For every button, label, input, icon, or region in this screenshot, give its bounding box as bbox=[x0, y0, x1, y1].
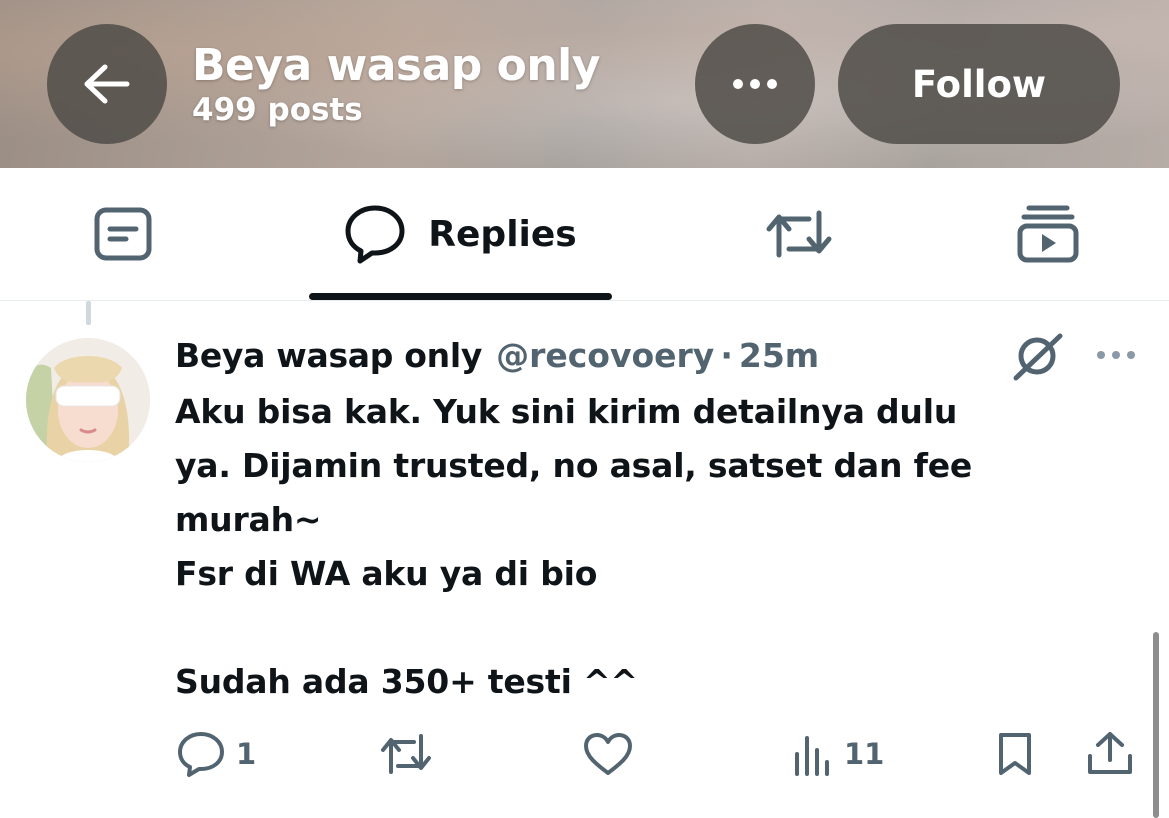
author-name[interactable]: Beya wasap only bbox=[175, 336, 482, 375]
media-icon bbox=[1017, 204, 1079, 264]
repost-icon bbox=[763, 207, 835, 261]
tab-posts[interactable] bbox=[60, 168, 185, 300]
like-button[interactable] bbox=[582, 728, 634, 780]
scrollbar[interactable] bbox=[1153, 632, 1159, 818]
share-button[interactable] bbox=[1085, 728, 1135, 780]
views-chart-icon bbox=[792, 732, 834, 776]
repost-icon bbox=[378, 732, 434, 776]
separator-dot: · bbox=[720, 335, 733, 375]
header-title-block: Beya wasap only 499 posts bbox=[192, 38, 600, 130]
tab-media[interactable] bbox=[985, 168, 1110, 300]
active-tab-indicator bbox=[309, 293, 612, 300]
post-timestamp[interactable]: 25m bbox=[739, 336, 819, 375]
repost-button[interactable] bbox=[378, 728, 434, 780]
post-text-line: Fsr di WA aku ya di bio bbox=[175, 554, 598, 593]
share-icon bbox=[1085, 730, 1135, 778]
post-text-line: Sudah ada 350+ testi ^^ bbox=[175, 662, 638, 701]
tab-reposts[interactable] bbox=[736, 168, 861, 300]
profile-header: Beya wasap only 499 posts Follow bbox=[0, 0, 1169, 168]
back-button[interactable] bbox=[47, 24, 167, 144]
reply-button[interactable]: 1 bbox=[176, 728, 256, 780]
profile-tabs: Replies bbox=[0, 168, 1169, 301]
post-text-line: murah~ bbox=[175, 500, 322, 539]
bookmark-icon bbox=[995, 731, 1035, 777]
reply-bubble-icon bbox=[344, 204, 406, 264]
post-more-icon[interactable] bbox=[1095, 343, 1137, 367]
post-text-line: ya. Dijamin trusted, no asal, satset dan… bbox=[175, 446, 973, 485]
avatar[interactable] bbox=[26, 338, 150, 462]
more-horizontal-icon bbox=[732, 78, 778, 90]
post-text-blank-line bbox=[175, 601, 1135, 655]
views-count: 11 bbox=[844, 737, 885, 771]
thread-connector bbox=[86, 301, 91, 325]
tab-replies[interactable]: Replies bbox=[309, 168, 612, 300]
post-header: Beya wasap only @recovoery · 25m bbox=[175, 330, 819, 380]
post-text: Aku bisa kak. Yuk sini kirim detailnya d… bbox=[175, 385, 1135, 709]
heart-icon bbox=[582, 731, 634, 777]
posts-icon bbox=[93, 207, 153, 261]
grok-icon[interactable] bbox=[1010, 332, 1066, 382]
bookmark-button[interactable] bbox=[995, 728, 1035, 780]
views-button[interactable]: 11 bbox=[792, 728, 884, 780]
back-arrow-icon bbox=[83, 64, 131, 104]
reply-icon bbox=[176, 730, 226, 778]
more-options-button[interactable] bbox=[695, 24, 815, 144]
profile-name: Beya wasap only bbox=[192, 40, 600, 91]
reply-count: 1 bbox=[236, 737, 257, 771]
follow-button[interactable]: Follow bbox=[838, 24, 1120, 144]
post-count: 499 posts bbox=[192, 92, 363, 128]
author-handle[interactable]: @recovoery bbox=[496, 336, 714, 375]
tab-replies-label: Replies bbox=[428, 213, 577, 255]
post-text-line: Aku bisa kak. Yuk sini kirim detailnya d… bbox=[175, 392, 958, 431]
